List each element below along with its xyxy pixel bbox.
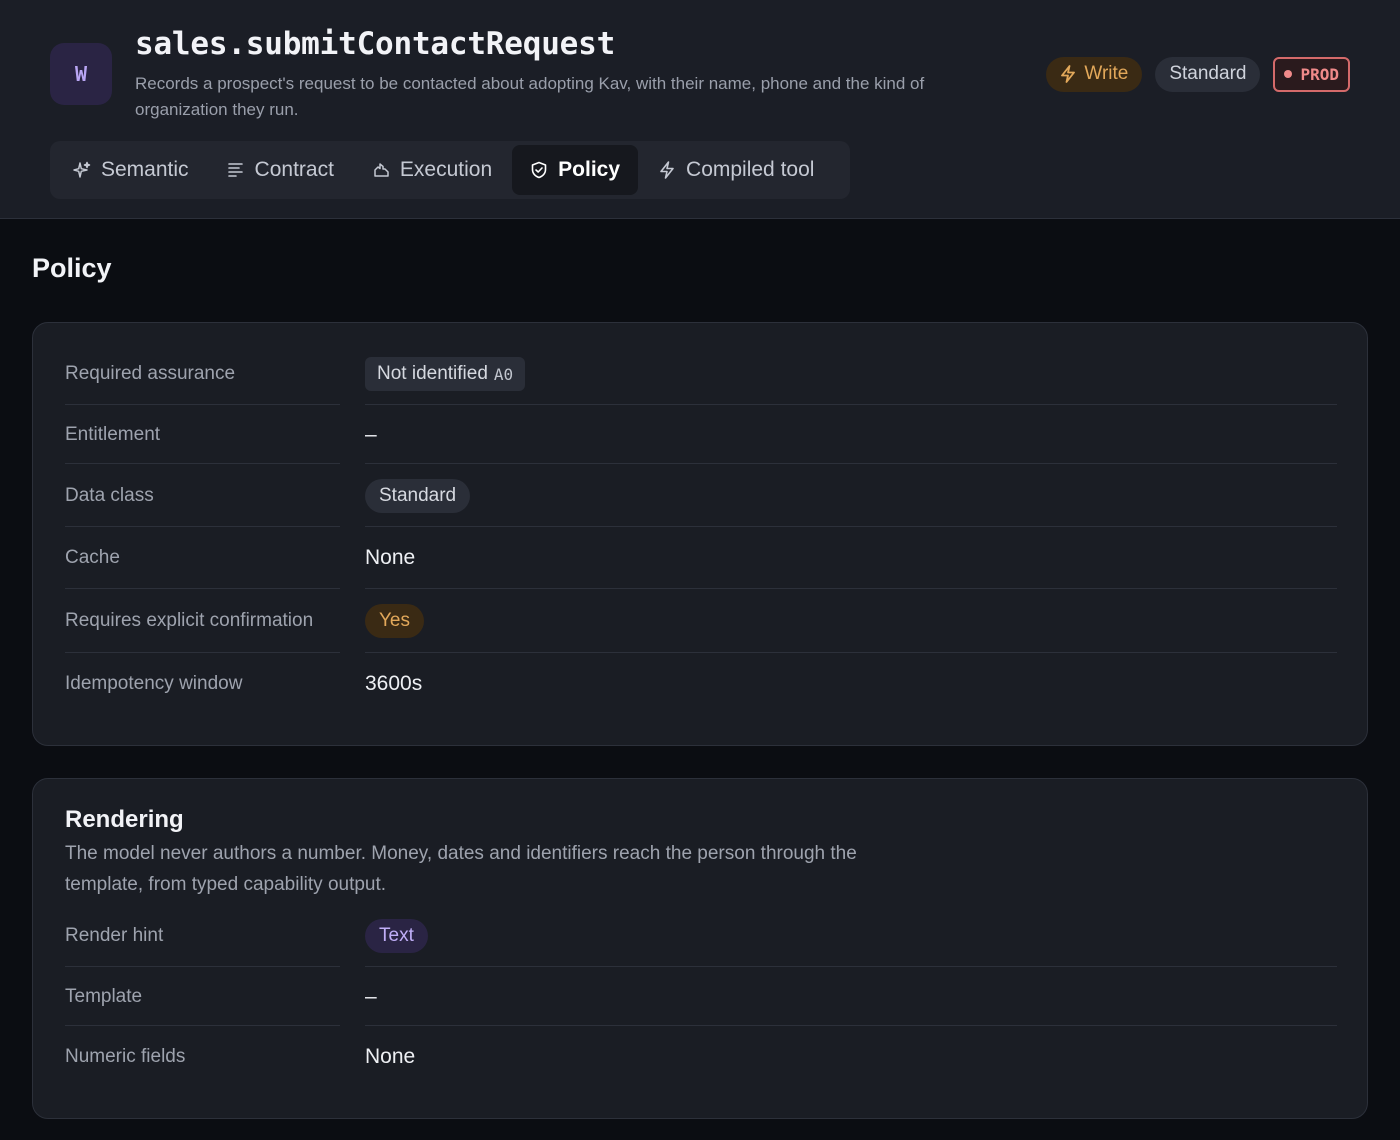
- header-badges: Write Standard PROD: [1046, 56, 1350, 92]
- write-badge-label: Write: [1084, 63, 1129, 84]
- tab-label: Contract: [254, 158, 334, 181]
- tab-policy[interactable]: Policy: [512, 145, 639, 195]
- policy-row-data-class: Data class Standard: [65, 464, 1337, 527]
- avatar-letter: W: [74, 62, 88, 86]
- row-value: Standard: [365, 464, 1337, 527]
- row-label: Template: [65, 985, 143, 1007]
- rendering-row-template: Template –: [65, 967, 1337, 1026]
- bolt-icon: [660, 161, 674, 179]
- rendering-card: Rendering The model never authors a numb…: [32, 778, 1368, 1119]
- row-value: Yes: [365, 589, 1337, 653]
- row-value: –: [365, 422, 377, 446]
- sparkle-icon: [73, 161, 91, 178]
- policy-row-idempotency: Idempotency window 3600s: [65, 653, 1337, 715]
- data-class-pill: Standard: [365, 478, 471, 513]
- policy-row-confirmation: Requires explicit confirmation Yes: [65, 589, 1337, 653]
- tab-label: Compiled tool: [686, 158, 815, 181]
- rendering-row-numeric-fields: Numeric fields None: [65, 1026, 1337, 1088]
- row-label: Render hint: [65, 925, 164, 946]
- tool-header: W sales.submitContactRequest Records a p…: [0, 0, 1400, 219]
- assurance-code: A0: [493, 364, 514, 384]
- tab-execution[interactable]: Execution: [354, 145, 510, 195]
- tool-avatar: W: [50, 43, 112, 105]
- tab-bar: Semantic Contract Execution Policy Compi…: [50, 141, 850, 199]
- row-value: 3600s: [365, 672, 423, 695]
- row-label: Cache: [65, 547, 120, 568]
- row-value: None: [365, 1045, 416, 1068]
- rendering-description: The model never authors a number. Money,…: [65, 843, 857, 895]
- shield-icon: [531, 161, 547, 179]
- row-label: Required assurance: [65, 363, 236, 384]
- bolt-icon: [1061, 65, 1076, 83]
- row-value: –: [365, 984, 377, 1008]
- tab-label: Semantic: [101, 158, 189, 181]
- row-label: Data class: [65, 484, 154, 506]
- tab-label: Execution: [399, 158, 493, 181]
- lines-icon: [227, 163, 243, 177]
- cloud-icon: [374, 163, 389, 177]
- confirmation-pill: Yes: [365, 604, 424, 638]
- section-title: Policy: [32, 253, 112, 283]
- rendering-title: Rendering: [65, 806, 184, 833]
- tab-compiled-tool[interactable]: Compiled tool: [640, 145, 832, 195]
- row-label: Requires explicit confirmation: [65, 610, 314, 631]
- assurance-value: Not identified: [377, 363, 488, 384]
- tab-contract[interactable]: Contract: [209, 145, 352, 195]
- policy-row-cache: Cache None: [65, 527, 1337, 589]
- write-badge: Write: [1046, 56, 1143, 92]
- status-dot-icon: [1284, 70, 1293, 78]
- render-hint-pill: Text: [365, 919, 428, 953]
- row-label: Idempotency window: [65, 673, 243, 694]
- row-value: None: [365, 546, 416, 569]
- row-value: Not identified A0: [365, 343, 1337, 405]
- environment-badge-label: PROD: [1300, 64, 1339, 84]
- environment-badge: PROD: [1273, 56, 1350, 92]
- page-title: sales.submitContactRequest: [135, 26, 616, 62]
- data-class-badge-label: Standard: [1169, 63, 1247, 84]
- data-class-badge: Standard: [1155, 56, 1261, 92]
- policy-row-entitlement: Entitlement –: [65, 405, 1337, 464]
- policy-row-required-assurance: Required assurance Not identified A0: [65, 343, 1337, 405]
- assurance-chip: Not identified A0: [365, 357, 526, 391]
- policy-card: Required assurance Not identified A0 Ent…: [32, 322, 1368, 746]
- row-label: Entitlement: [65, 423, 161, 445]
- row-label: Numeric fields: [65, 1046, 186, 1067]
- rendering-row-render-hint: Render hint Text: [65, 905, 1337, 967]
- tab-label: Policy: [558, 158, 621, 181]
- tool-description: Records a prospect's request to be conta…: [135, 74, 925, 119]
- tab-semantic[interactable]: Semantic: [55, 145, 207, 195]
- row-value: Text: [365, 905, 1337, 967]
